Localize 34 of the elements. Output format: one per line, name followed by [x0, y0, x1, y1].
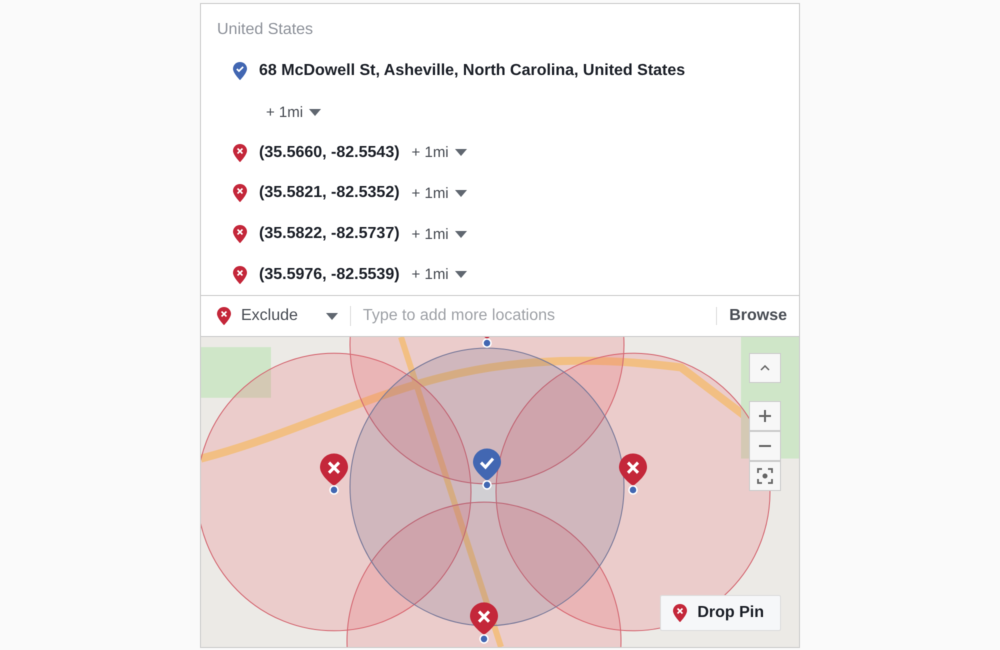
zoom-out-button[interactable]: [749, 431, 781, 461]
cross-pin-icon: [233, 144, 247, 162]
plus-icon: [759, 410, 771, 422]
caret-icon: [454, 190, 467, 197]
radius-dropdown[interactable]: + 1mi: [412, 144, 467, 162]
focus-icon: [757, 468, 773, 484]
cross-pin-icon: [233, 224, 247, 244]
cross-pin-icon: [673, 604, 688, 622]
cross-pin-icon: [233, 184, 247, 202]
country-label: United States: [217, 21, 314, 39]
caret-icon: [326, 312, 338, 320]
drop-pin-button[interactable]: Drop Pin: [660, 595, 781, 631]
location-name: (35.5822, -82.5737): [259, 225, 400, 244]
location-name: 68 McDowell St, Asheville, North Carolina, United States: [259, 62, 686, 80]
minus-icon: [759, 445, 771, 447]
location-name: (35.5660, -82.5543): [259, 144, 400, 162]
caret-icon: [454, 149, 467, 156]
caret-icon: [309, 108, 322, 116]
locate-button[interactable]: [749, 461, 781, 491]
browse-button[interactable]: Browse: [716, 307, 787, 325]
caret-icon: [454, 271, 467, 278]
radius-dropdown[interactable]: + 1mi: [412, 226, 467, 243]
radius-dropdown[interactable]: + 1mi: [412, 184, 467, 202]
location-name: (35.5821, -82.5352): [259, 184, 400, 202]
check-pin-icon: [233, 62, 247, 80]
radius-dropdown[interactable]: + 1mi: [412, 266, 467, 284]
zoom-in-button[interactable]: [749, 401, 781, 431]
caret-icon: [454, 230, 467, 238]
radius-dropdown[interactable]: + 1mi: [266, 104, 322, 120]
location-name: (35.5976, -82.5539): [259, 266, 400, 284]
chevron-up-icon: [760, 365, 770, 371]
cross-pin-icon: [217, 306, 231, 326]
mode-dropdown[interactable]: Exclude: [217, 306, 350, 326]
cross-pin-icon: [233, 266, 247, 284]
